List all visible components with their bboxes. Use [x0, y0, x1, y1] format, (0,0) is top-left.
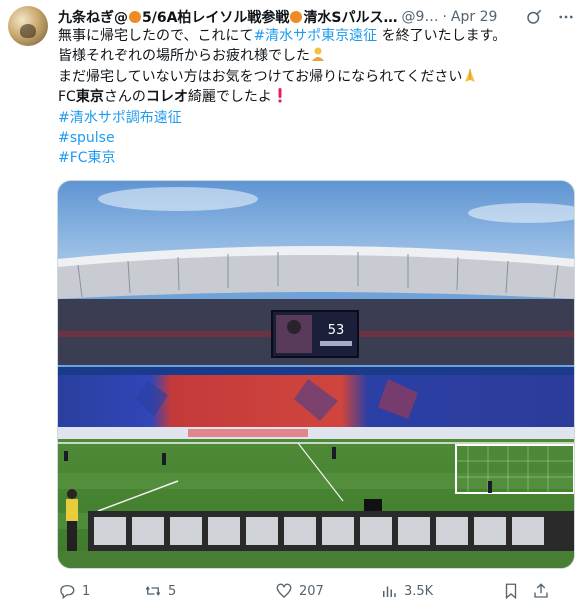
post-date[interactable]: Apr 29: [451, 9, 497, 25]
more-options-icon[interactable]: [557, 8, 575, 26]
reply-count: 1: [82, 583, 91, 599]
views-button[interactable]: 3.5K: [380, 582, 502, 600]
bookmark-button[interactable]: [502, 582, 532, 600]
stadium-photo: 53: [58, 181, 574, 568]
separator-dot: ·: [442, 9, 447, 25]
ball-icon: [129, 11, 141, 23]
bookmark-icon: [505, 583, 517, 600]
share-icon: [534, 583, 548, 598]
text-line-1: 無事に帰宅したので、これにて#清水サポ東京遠征 を終了いたします。: [58, 28, 507, 44]
repost-count: 5: [168, 583, 177, 599]
text-line-4: FC東京さんのコレオ綺麗でしたよ: [58, 87, 573, 107]
user-handle[interactable]: @9…: [402, 9, 439, 25]
avatar[interactable]: [8, 6, 48, 46]
scoreboard-number: 53: [328, 323, 345, 338]
like-button[interactable]: 207: [275, 582, 380, 600]
hashtag-link[interactable]: #清水サポ調布遠征: [58, 110, 182, 126]
text-line-3: まだ帰宅していない方はお気をつけてお帰りになられてください: [58, 67, 573, 87]
action-bar: 1 5 207 3.5K: [58, 578, 573, 604]
exclamation-icon: [278, 88, 282, 103]
hashtag-link[interactable]: #spulse: [58, 130, 115, 146]
like-count: 207: [299, 583, 324, 599]
reply-button[interactable]: 1: [58, 582, 144, 600]
repost-icon: [145, 586, 161, 596]
repost-button[interactable]: 5: [144, 582, 275, 600]
tweet-text: 無事に帰宅したので、これにて#清水サポ東京遠征 を終了いたします。 皆様それぞれ…: [58, 26, 573, 169]
hashtag-link[interactable]: #清水サポ東京遠征: [253, 28, 377, 44]
views-icon: [383, 586, 396, 597]
display-name[interactable]: 九条ねぎ@ 5/6A柏レイソル戦参戦 清水Sパルス…: [58, 7, 398, 27]
hashtag-link[interactable]: #FC東京: [58, 150, 116, 166]
reply-icon: [60, 585, 75, 600]
views-count: 3.5K: [404, 583, 434, 599]
grok-icon[interactable]: [525, 8, 543, 26]
bowing-person-icon: [312, 47, 324, 62]
ball-icon: [290, 11, 303, 23]
tweet-header: 九条ねぎ@ 5/6A柏レイソル戦参戦 清水Sパルス… @9… · Apr 29: [58, 6, 575, 28]
heart-icon: [276, 583, 292, 598]
folded-hands-icon: [465, 68, 476, 82]
text-line-2: 皆様それぞれの場所からお疲れ様でした: [58, 46, 573, 66]
share-button[interactable]: [532, 582, 556, 600]
tweet-photo[interactable]: 53: [57, 180, 575, 569]
